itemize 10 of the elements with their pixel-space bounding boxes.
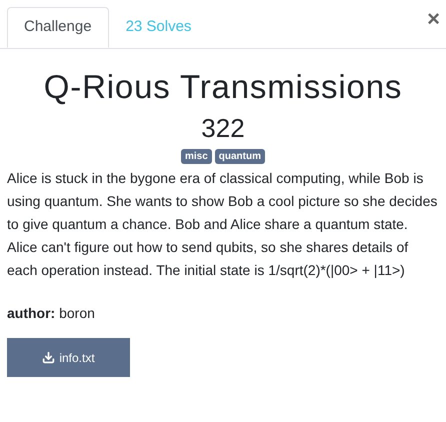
challenge-points: 322 xyxy=(201,112,245,145)
tag: quantum xyxy=(214,149,265,164)
download-icon xyxy=(42,351,56,364)
tag: misc xyxy=(180,149,212,164)
tab[interactable]: Challenge xyxy=(7,7,109,48)
close-button[interactable]: × xyxy=(427,8,440,30)
download-button[interactable]: info.txt xyxy=(7,338,130,377)
author-text: author: boron xyxy=(6,304,96,323)
challenge-title: Q-Rious Transmissions xyxy=(44,67,402,107)
challenge-description: Alice is stuck in the bygone era of classical computing, while Bob is using quantum. She wants to show Bob a cool picture so she decides to give quantum a chance. Bob and Alice share a quantum state. Alice can't figure out how to send qubits, so she shares details of each operation instead. The initial state is 1/sqrt(2)*(|00> + |11>) xyxy=(6,169,438,280)
